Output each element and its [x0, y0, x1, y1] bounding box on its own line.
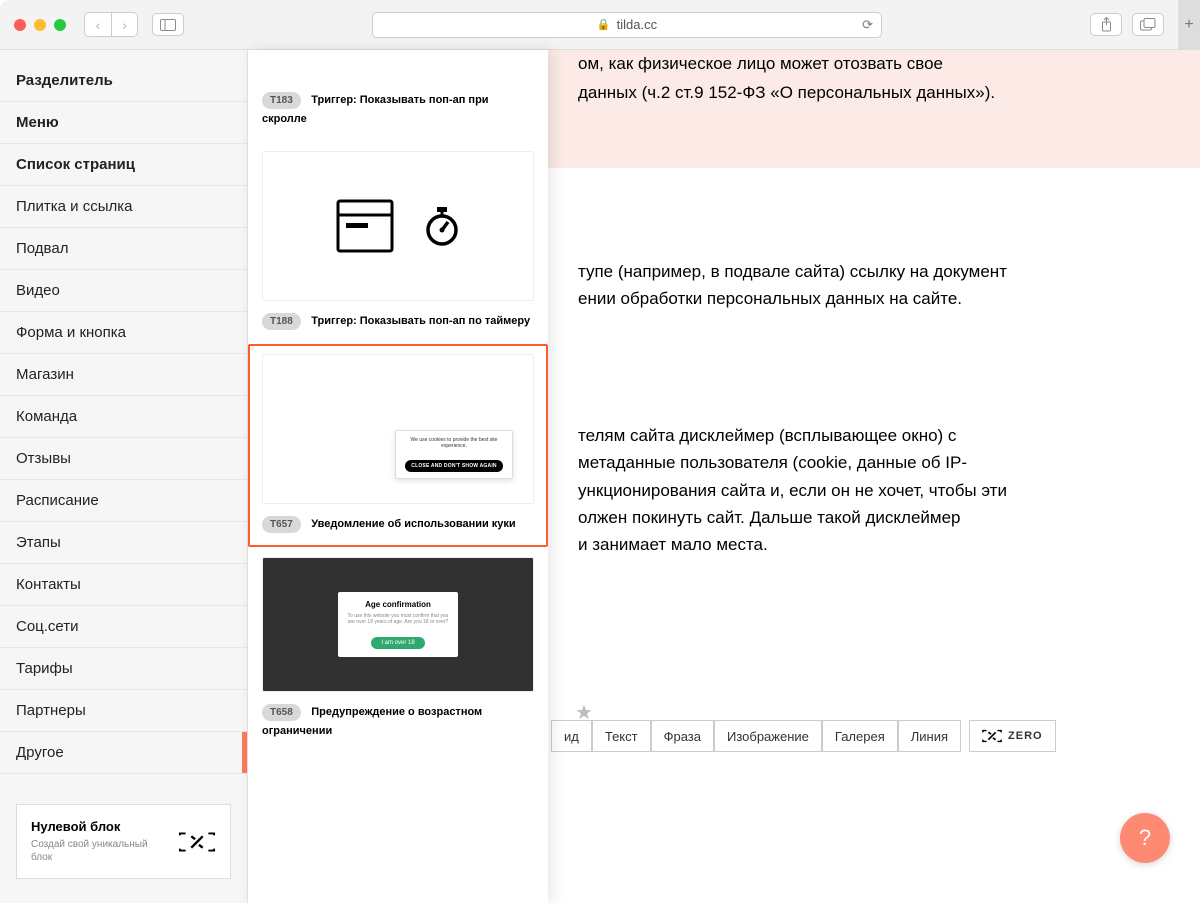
toolbar-item[interactable]: Фраза [651, 720, 714, 752]
cookie-banner: We use cookies to provide the best site … [395, 430, 513, 479]
lock-icon: 🔒 [597, 18, 611, 31]
article-content: ом, как физическое лицо может отозвать с… [548, 50, 1200, 903]
help-button[interactable]: ? [1120, 813, 1170, 863]
share-button[interactable] [1090, 13, 1122, 36]
zero-block-icon [178, 831, 216, 853]
block-code-badge: T658 [262, 704, 301, 721]
block-label: Уведомление об использовании куки [311, 518, 515, 530]
article-line: ении обработки персональных данных на са… [578, 285, 1158, 312]
browser-toolbar: ‹ › 🔒 tilda.cc ⟳ + [0, 0, 1200, 50]
sidebar-item[interactable]: Соц.сети [0, 606, 247, 648]
cookie-text: We use cookies to provide the best site … [402, 437, 506, 449]
article-line: тупе (например, в подвале сайта) ссылку … [578, 258, 1158, 285]
reload-icon[interactable]: ⟳ [862, 17, 873, 33]
article-line: олжен покинуть сайт. Дальше такой дискле… [578, 504, 1158, 531]
block-card-t188[interactable]: T188 Триггер: Показывать поп-ап по тайме… [248, 141, 548, 344]
block-preview-timer [262, 151, 534, 301]
sidebar-item[interactable]: Форма и кнопка [0, 312, 247, 354]
sidebar-item[interactable]: Разделитель [0, 60, 247, 102]
block-gallery: T183 Триггер: Показывать поп-ап при скро… [248, 50, 548, 903]
article-line: и занимает мало места. [578, 531, 1158, 558]
block-label: Триггер: Показывать поп-ап по таймеру [311, 315, 530, 327]
highlighted-section: ом, как физическое лицо может отозвать с… [548, 50, 1200, 168]
sidebar-item[interactable]: Плитка и ссылка [0, 186, 247, 228]
block-card-t658[interactable]: Age confirmation To use this website you… [248, 547, 548, 753]
article-section: тупе (например, в подвале сайта) ссылку … [548, 168, 1188, 312]
sidebar-item[interactable]: Подвал [0, 228, 247, 270]
article-line: метаданные пользователя (cookie, данные … [578, 449, 1158, 476]
zero-block-subtitle: Создай свой уникальный блок [31, 838, 168, 864]
minimize-window-icon[interactable] [34, 19, 46, 31]
tabs-button[interactable] [1132, 13, 1164, 36]
sidebar-item[interactable]: Список страниц [0, 144, 247, 186]
browser-window-icon [336, 199, 394, 253]
maximize-window-icon[interactable] [54, 19, 66, 31]
sidebar-item[interactable]: Партнеры [0, 690, 247, 732]
age-modal: Age confirmation To use this website you… [338, 592, 458, 657]
browser-right-buttons: + [1090, 0, 1186, 50]
sidebar-item[interactable]: Видео [0, 270, 247, 312]
toolbar-item[interactable]: Изображение [714, 720, 822, 752]
age-confirm-button: I am over 18 [371, 637, 424, 649]
block-card-t657[interactable]: We use cookies to provide the best site … [248, 344, 548, 547]
sidebar-item[interactable]: Меню [0, 102, 247, 144]
sidebar-item[interactable]: Отзывы [0, 438, 247, 480]
nav-buttons: ‹ › [84, 12, 138, 37]
article-line: ом, как физическое лицо может отозвать с… [578, 50, 1170, 79]
sidebar-item[interactable]: Контакты [0, 564, 247, 606]
new-tab-button[interactable]: + [1178, 0, 1200, 50]
age-heading: Age confirmation [346, 600, 450, 609]
sidebar-item[interactable]: Расписание [0, 480, 247, 522]
zero-button[interactable]: ZERO [969, 720, 1056, 752]
address-bar[interactable]: 🔒 tilda.cc ⟳ [372, 12, 882, 38]
block-code-badge: T188 [262, 313, 301, 330]
zero-block-title: Нулевой блок [31, 819, 168, 834]
forward-button[interactable]: › [111, 13, 137, 36]
sidebar-toggle[interactable] [152, 13, 184, 36]
sidebar-item[interactable]: Команда [0, 396, 247, 438]
close-window-icon[interactable] [14, 19, 26, 31]
zero-label: ZERO [1008, 730, 1043, 742]
block-code-badge: T183 [262, 92, 301, 109]
block-preview-age: Age confirmation To use this website you… [262, 557, 534, 692]
window-controls [14, 19, 66, 31]
toolbar-item[interactable]: Галерея [822, 720, 898, 752]
toolbar-item[interactable]: Текст [592, 720, 651, 752]
zero-icon [982, 729, 1002, 743]
age-text: To use this website you must confirm tha… [346, 613, 450, 625]
help-icon: ? [1139, 825, 1151, 851]
article-section: телям сайта дисклеймер (всплывающее окно… [548, 312, 1188, 558]
sidebar-item[interactable]: Другое [0, 732, 247, 774]
cookie-close-button: CLOSE AND DON'T SHOW AGAIN [405, 460, 502, 472]
insert-toolbar: идТекстФразаИзображениеГалереяЛиния ZERO [548, 719, 1188, 753]
category-sidebar: РазделительМенюСписок страницПлитка и сс… [0, 50, 248, 903]
back-button[interactable]: ‹ [85, 13, 111, 36]
block-preview-cookie: We use cookies to provide the best site … [262, 354, 534, 504]
block-code-badge: T657 [262, 516, 301, 533]
sidebar-item[interactable]: Тарифы [0, 648, 247, 690]
stopwatch-icon [424, 206, 460, 246]
block-card-t183[interactable]: T183 Триггер: Показывать поп-ап при скро… [248, 50, 548, 141]
article-line: ункционирования сайта и, если он не хоче… [578, 477, 1158, 504]
domain-text: tilda.cc [617, 17, 657, 32]
toolbar-item[interactable]: Линия [898, 720, 961, 752]
zero-block-card[interactable]: Нулевой блок Создай свой уникальный блок [16, 804, 231, 879]
toolbar-item[interactable]: ид [551, 720, 592, 752]
sidebar-item[interactable]: Этапы [0, 522, 247, 564]
article-line: телям сайта дисклеймер (всплывающее окно… [578, 422, 1158, 449]
sidebar-item[interactable]: Магазин [0, 354, 247, 396]
article-line: данных (ч.2 ст.9 152-ФЗ «О персональных … [578, 79, 1170, 108]
